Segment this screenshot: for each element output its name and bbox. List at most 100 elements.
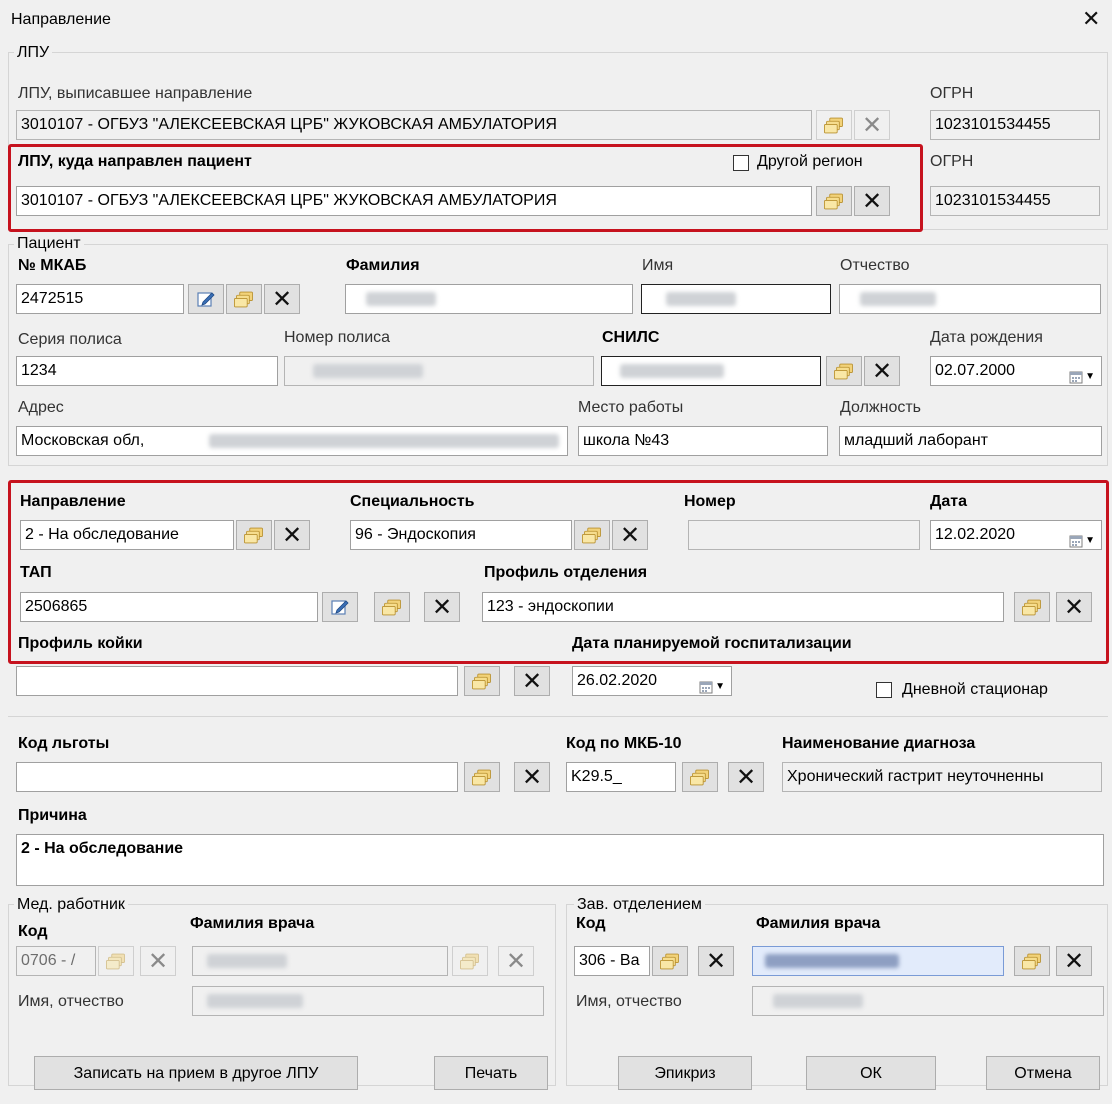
tap-field[interactable]: 2506865 [20,592,318,622]
head-code-clear-button[interactable]: ✕ [698,946,734,976]
ok-button[interactable]: ОК [806,1056,936,1090]
med-name-field[interactable] [192,986,544,1016]
address-label: Адрес [18,399,64,416]
tap-label: ТАП [20,564,52,581]
calendar-dropdown[interactable]: ▼ [1069,363,1095,386]
window-close-icon[interactable]: ✕ [1082,8,1100,32]
med-code-field[interactable]: 0706 - / [16,946,96,976]
diag-name-field[interactable]: Хронический гастрит неуточненны [782,762,1102,792]
head-doctor-label: Фамилия врача [756,915,881,932]
patient-legend: Пациент [14,235,84,253]
workplace-field[interactable]: школа №43 [578,426,828,456]
specialty-select-button[interactable] [574,520,610,550]
head-name-label: Имя, отчество [576,993,682,1010]
dept-profile-select-button[interactable] [1014,592,1050,622]
head-code-field[interactable]: 306 - Ва [574,946,650,976]
cancel-button[interactable]: Отмена [986,1056,1100,1090]
tap-select-button[interactable] [374,592,410,622]
dept-profile-label: Профиль отделения [484,564,648,581]
mkb-clear-button[interactable]: ✕ [728,762,764,792]
policy-number-field[interactable] [284,356,594,386]
target-lpu-field[interactable]: 3010107 - ОГБУЗ "АЛЕКСЕЕВСКАЯ ЦРБ" ЖУКОВ… [16,186,812,216]
dept-profile-field[interactable]: 123 - эндоскопии [482,592,1004,622]
date-field[interactable]: 12.02.2020 ▼ [930,520,1102,550]
dept-profile-clear-button[interactable]: ✕ [1056,592,1092,622]
med-doctor-clear-button[interactable]: ✕ [498,946,534,976]
name-field[interactable] [641,284,831,314]
chevron-down-icon: ▼ [715,681,725,692]
target-lpu-select-button[interactable] [816,186,852,216]
hosp-date-value: 26.02.2020 [577,672,658,689]
mkb-field[interactable]: K29.5_ [566,762,676,792]
issuer-field[interactable]: 3010107 - ОГБУЗ "АЛЕКСЕЕВСКАЯ ЦРБ" ЖУКОВ… [16,110,812,140]
birthdate-field[interactable]: 02.07.2000 ▼ [930,356,1102,386]
head-doctor-select-button[interactable] [1014,946,1050,976]
head-name-field[interactable] [752,986,1104,1016]
reason-field[interactable]: 2 - На обследование [16,834,1104,886]
patronymic-field[interactable] [839,284,1101,314]
calendar-icon [1069,370,1083,384]
close-icon: ✕ [735,763,757,791]
benefit-label: Код льготы [18,735,110,752]
number-field[interactable] [688,520,920,550]
mkab-select-button[interactable] [226,284,262,314]
mkab-edit-button[interactable] [188,284,224,314]
bed-profile-field[interactable] [16,666,458,696]
policy-series-field[interactable]: 1234 [16,356,278,386]
med-doctor-select-button[interactable] [452,946,488,976]
snils-label: СНИЛС [602,329,660,346]
med-code-clear-button[interactable]: ✕ [140,946,176,976]
bed-profile-clear-button[interactable]: ✕ [514,666,550,696]
head-doctor-field[interactable] [752,946,1004,976]
benefit-clear-button[interactable]: ✕ [514,762,550,792]
med-doctor-field[interactable] [192,946,448,976]
birthdate-value: 02.07.2000 [935,362,1016,379]
benefit-select-button[interactable] [464,762,500,792]
address-field[interactable]: Московская обл, [16,426,568,456]
bed-profile-select-button[interactable] [464,666,500,696]
patronymic-label: Отчество [840,257,910,274]
hosp-date-field[interactable]: 26.02.2020 ▼ [572,666,732,696]
book-other-lpu-button[interactable]: Записать на прием в другое ЛПУ [34,1056,358,1090]
direction-clear-button[interactable]: ✕ [274,520,310,550]
folders-icon [471,673,493,690]
specialty-clear-button[interactable]: ✕ [612,520,648,550]
target-ogrn-field[interactable]: 1023101534455 [930,186,1100,216]
mkab-field[interactable]: 2472515 [16,284,184,314]
snils-field[interactable] [601,356,821,386]
chevron-down-icon: ▼ [1085,371,1095,382]
med-code-select-button[interactable] [98,946,134,976]
calendar-icon [1069,534,1083,548]
calendar-dropdown[interactable]: ▼ [699,673,725,696]
surname-field[interactable] [345,284,633,314]
date-value: 12.02.2020 [935,526,1016,543]
calendar-icon [699,680,713,694]
target-lpu-clear-button[interactable]: ✕ [854,186,890,216]
epicrisis-button[interactable]: Эпикриз [618,1056,752,1090]
specialty-field[interactable]: 96 - Эндоскопия [350,520,572,550]
issuer-clear-button[interactable]: ✕ [854,110,890,140]
head-doctor-clear-button[interactable]: ✕ [1056,946,1092,976]
tap-edit-button[interactable] [322,592,358,622]
issuer-ogrn-field[interactable]: 1023101534455 [930,110,1100,140]
calendar-dropdown[interactable]: ▼ [1069,527,1095,550]
folders-icon [471,769,493,786]
folders-icon [1021,599,1043,616]
tap-clear-button[interactable]: ✕ [424,592,460,622]
folders-icon [833,363,855,380]
date-label: Дата [930,493,968,510]
direction-field[interactable]: 2 - На обследование [20,520,234,550]
direction-select-button[interactable] [236,520,272,550]
snils-clear-button[interactable]: ✕ [864,356,900,386]
print-button[interactable]: Печать [434,1056,548,1090]
mkb-select-button[interactable] [682,762,718,792]
position-field[interactable]: младший лаборант [839,426,1102,456]
snils-select-button[interactable] [826,356,862,386]
issuer-select-button[interactable] [816,110,852,140]
other-region-checkbox[interactable] [733,155,749,171]
benefit-field[interactable] [16,762,458,792]
mkab-clear-button[interactable]: ✕ [264,284,300,314]
head-code-select-button[interactable] [652,946,688,976]
day-hospital-checkbox[interactable] [876,682,892,698]
window-title: Направление [11,11,111,28]
